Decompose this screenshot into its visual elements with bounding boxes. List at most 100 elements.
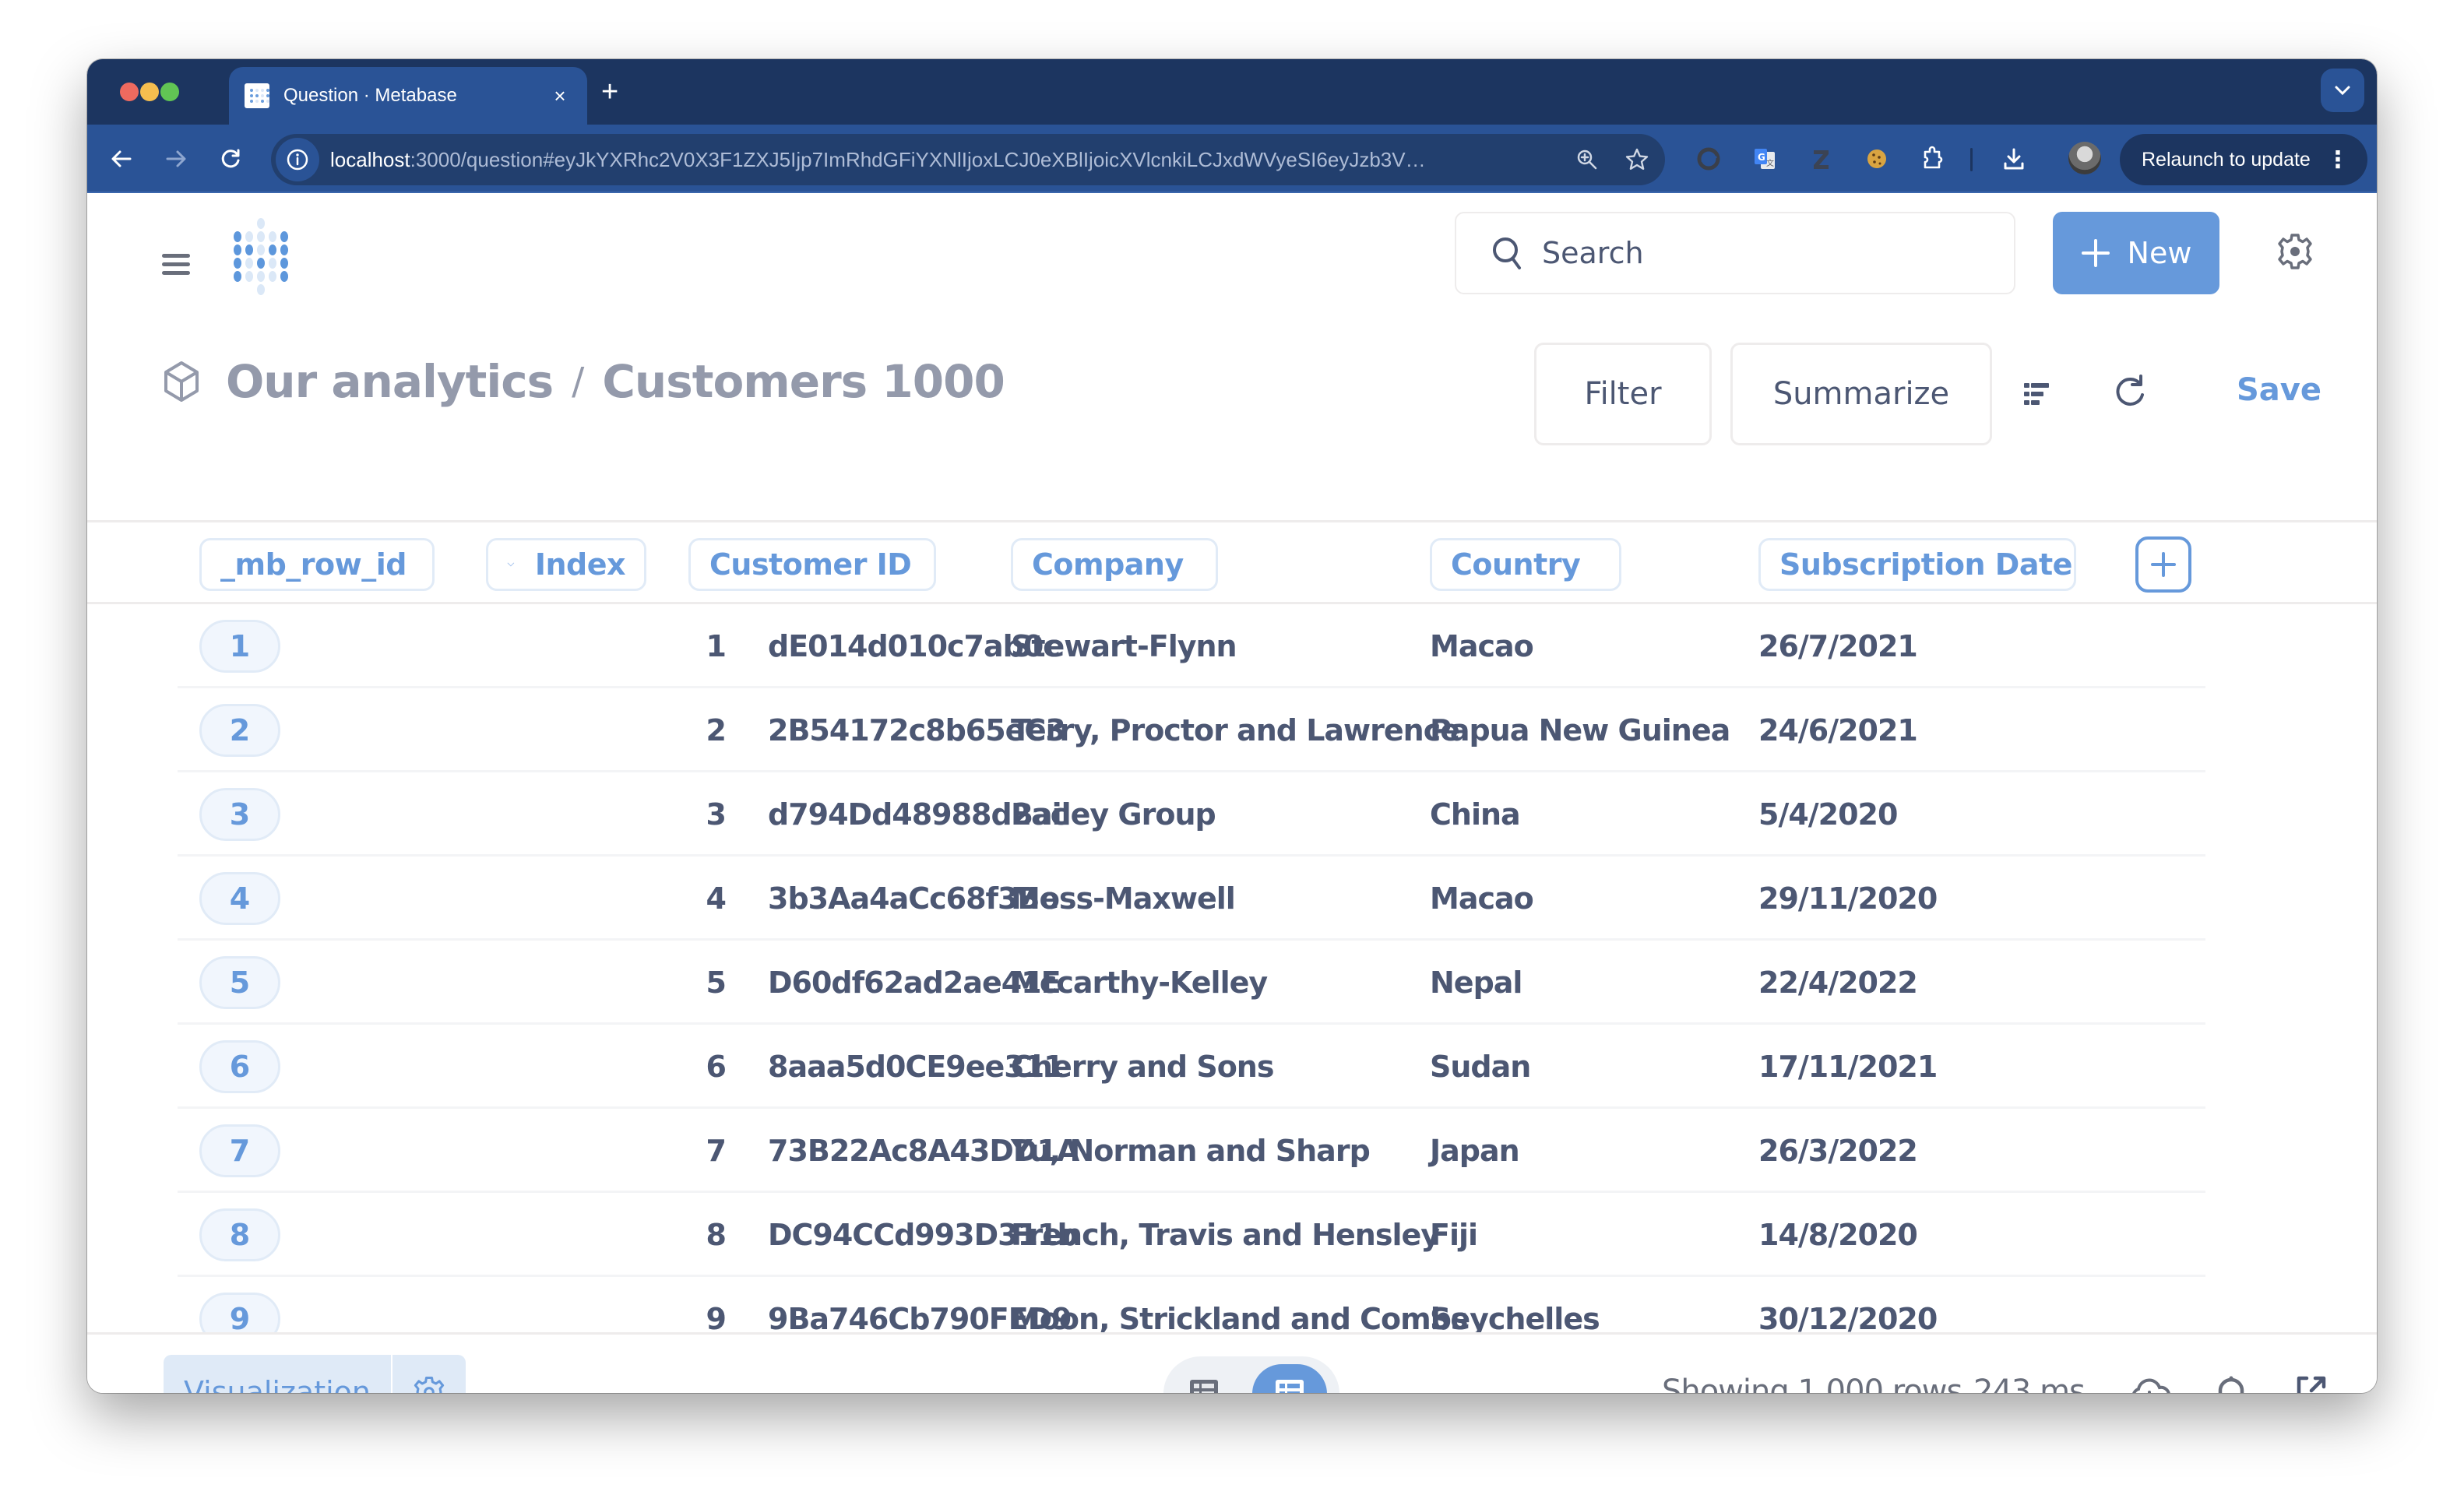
browser-tab-active[interactable]: Question · Metabase × xyxy=(229,67,587,125)
table-row[interactable]: 5 5 D60df62ad2ae41E Mccarthy-Kelley Nepal 22/… xyxy=(87,941,2377,1025)
breadcrumb-collection-link[interactable]: Our analytics xyxy=(226,355,554,408)
new-tab-button[interactable]: + xyxy=(601,76,618,107)
cell-country[interactable]: Papua New Guinea xyxy=(1430,688,1730,772)
cell-country[interactable]: Nepal xyxy=(1430,941,1522,1025)
cell-company[interactable]: Moon, Strickland and Combs xyxy=(1011,1277,1469,1333)
cell-company[interactable]: Stewart-Flynn xyxy=(1011,604,1237,688)
cell-country[interactable]: China xyxy=(1430,772,1521,857)
filter-button[interactable]: Filter xyxy=(1534,343,1712,445)
cell-index[interactable]: 5 xyxy=(523,941,727,1025)
extension-z-button[interactable] xyxy=(1805,143,1836,174)
relaunch-to-update-button[interactable]: Relaunch to update ⋮ xyxy=(2120,134,2367,185)
cell-company[interactable]: Mccarthy-Kelley xyxy=(1011,941,1268,1025)
extension-circle-button[interactable] xyxy=(1693,143,1724,174)
row-id-pill[interactable]: 6 xyxy=(199,1040,280,1093)
alert-button[interactable] xyxy=(2210,1370,2252,1393)
table-row[interactable]: 4 4 3b3Aa4aCc68f3Be Moss-Maxwell Macao 29/11/… xyxy=(87,857,2377,941)
cell-company[interactable]: Bailey Group xyxy=(1011,772,1216,857)
row-id-pill[interactable]: 5 xyxy=(199,956,280,1009)
add-column-button[interactable] xyxy=(2135,536,2191,593)
cell-subscription-date[interactable]: 30/12/2020 xyxy=(1758,1277,1938,1333)
cell-index[interactable]: 3 xyxy=(523,772,727,857)
column-header-subscription-date[interactable]: Subscription Date xyxy=(1758,538,2076,591)
reload-button[interactable] xyxy=(213,142,248,176)
minimize-window-button[interactable] xyxy=(140,83,159,101)
tab-search-button[interactable] xyxy=(2321,69,2364,112)
notebook-editor-button[interactable] xyxy=(2017,375,2056,413)
extension-cookie-button[interactable] xyxy=(1861,143,1892,174)
row-id-pill[interactable]: 2 xyxy=(199,704,280,757)
cell-company[interactable]: Terry, Proctor and Lawrence xyxy=(1011,688,1460,772)
more-menu-icon[interactable]: ⋮ xyxy=(2326,146,2350,174)
row-id-pill[interactable]: 1 xyxy=(199,620,280,673)
close-window-button[interactable] xyxy=(120,83,139,101)
downloads-button[interactable] xyxy=(1998,143,2029,174)
search-input[interactable]: Search xyxy=(1455,212,2015,294)
maximize-window-button[interactable] xyxy=(160,83,179,101)
cell-country[interactable]: Sudan xyxy=(1430,1025,1531,1109)
extension-translate-button[interactable]: G文 xyxy=(1749,143,1780,174)
cell-country[interactable]: Macao xyxy=(1430,604,1534,688)
visualization-settings-button[interactable] xyxy=(392,1355,466,1393)
profile-avatar[interactable] xyxy=(2068,142,2101,174)
visualization-button[interactable]: Visualization xyxy=(164,1355,391,1393)
table-row[interactable]: 9 9 9Ba746Cb790FED9 Moon, Strickland and Co… xyxy=(87,1277,2377,1333)
new-button[interactable]: New xyxy=(2053,212,2219,294)
zoom-button[interactable] xyxy=(1565,138,1609,181)
table-row[interactable]: 3 3 d794Dd48988d2ac Bailey Group China 5/4/20… xyxy=(87,772,2377,857)
close-tab-icon[interactable]: × xyxy=(548,84,572,108)
url-text[interactable]: localhost:3000/question#eyJkYXRhc2V0X3F1… xyxy=(330,148,1565,172)
table-row[interactable]: 7 7 73B22Ac8A43DD1A Yu, Norman and Sharp Jap… xyxy=(87,1109,2377,1193)
cell-index[interactable]: 8 xyxy=(523,1193,727,1277)
table-view-button[interactable] xyxy=(1185,1375,1223,1393)
metabase-logo-icon[interactable] xyxy=(229,216,294,295)
settings-button[interactable] xyxy=(2276,232,2314,271)
cell-country[interactable]: Seychelles xyxy=(1430,1277,1600,1333)
extensions-menu-button[interactable] xyxy=(1917,143,1948,174)
cell-index[interactable]: 9 xyxy=(523,1277,727,1333)
cell-country[interactable]: Fiji xyxy=(1430,1193,1478,1277)
cell-subscription-date[interactable]: 14/8/2020 xyxy=(1758,1193,1918,1277)
sidebar-toggle-button[interactable] xyxy=(162,254,193,279)
cell-country[interactable]: Macao xyxy=(1430,857,1534,941)
row-id-pill[interactable]: 8 xyxy=(199,1208,280,1261)
cell-company[interactable]: Moss-Maxwell xyxy=(1011,857,1236,941)
table-row[interactable]: 6 6 8aaa5d0CE9ee311 Cherry and Sons Sudan 17/… xyxy=(87,1025,2377,1109)
download-results-button[interactable] xyxy=(2128,1372,2171,1393)
cell-index[interactable]: 2 xyxy=(523,688,727,772)
save-button[interactable]: Save xyxy=(2237,372,2321,408)
cell-subscription-date[interactable]: 26/3/2022 xyxy=(1758,1109,1918,1193)
cell-subscription-date[interactable]: 5/4/2020 xyxy=(1758,772,1898,857)
summarize-button[interactable]: Summarize xyxy=(1730,343,1992,445)
bookmark-button[interactable] xyxy=(1615,138,1659,181)
row-id-pill[interactable]: 3 xyxy=(199,788,280,841)
column-header-mb-row-id[interactable]: _mb_row_id xyxy=(199,538,435,591)
cell-subscription-date[interactable]: 29/11/2020 xyxy=(1758,857,1938,941)
cell-subscription-date[interactable]: 22/4/2022 xyxy=(1758,941,1918,1025)
cell-index[interactable]: 4 xyxy=(523,857,727,941)
cell-company[interactable]: Yu, Norman and Sharp xyxy=(1011,1109,1371,1193)
cell-subscription-date[interactable]: 17/11/2021 xyxy=(1758,1025,1938,1109)
cell-company[interactable]: French, Travis and Hensley xyxy=(1011,1193,1440,1277)
table-row[interactable]: 8 8 DC94CCd993D311b French, Travis and Hens… xyxy=(87,1193,2377,1277)
refresh-button[interactable] xyxy=(2110,372,2149,411)
cell-index[interactable]: 6 xyxy=(523,1025,727,1109)
cell-index[interactable]: 1 xyxy=(523,604,727,688)
cell-company[interactable]: Cherry and Sons xyxy=(1011,1025,1274,1109)
cell-country[interactable]: Japan xyxy=(1430,1109,1520,1193)
forward-button[interactable] xyxy=(159,142,193,176)
cell-subscription-date[interactable]: 24/6/2021 xyxy=(1758,688,1918,772)
column-header-company[interactable]: Company xyxy=(1011,538,1218,591)
address-bar[interactable]: localhost:3000/question#eyJkYXRhc2V0X3F1… xyxy=(271,134,1665,185)
row-id-pill[interactable]: 9 xyxy=(199,1293,280,1333)
cell-index[interactable]: 7 xyxy=(523,1109,727,1193)
cell-subscription-date[interactable]: 26/7/2021 xyxy=(1758,604,1918,688)
row-id-pill[interactable]: 4 xyxy=(199,872,280,925)
column-header-country[interactable]: Country xyxy=(1430,538,1621,591)
column-header-index[interactable]: Index xyxy=(486,538,646,591)
column-header-customer-id[interactable]: Customer ID xyxy=(688,538,936,591)
table-row[interactable]: 1 1 dE014d010c7ab0c Stewart-Flynn Macao 26/7/… xyxy=(87,604,2377,688)
table-row[interactable]: 2 2 2B54172c8b65eC3 Terry, Proctor and Lawr… xyxy=(87,688,2377,772)
share-button[interactable] xyxy=(2294,1374,2328,1393)
row-id-pill[interactable]: 7 xyxy=(199,1124,280,1177)
